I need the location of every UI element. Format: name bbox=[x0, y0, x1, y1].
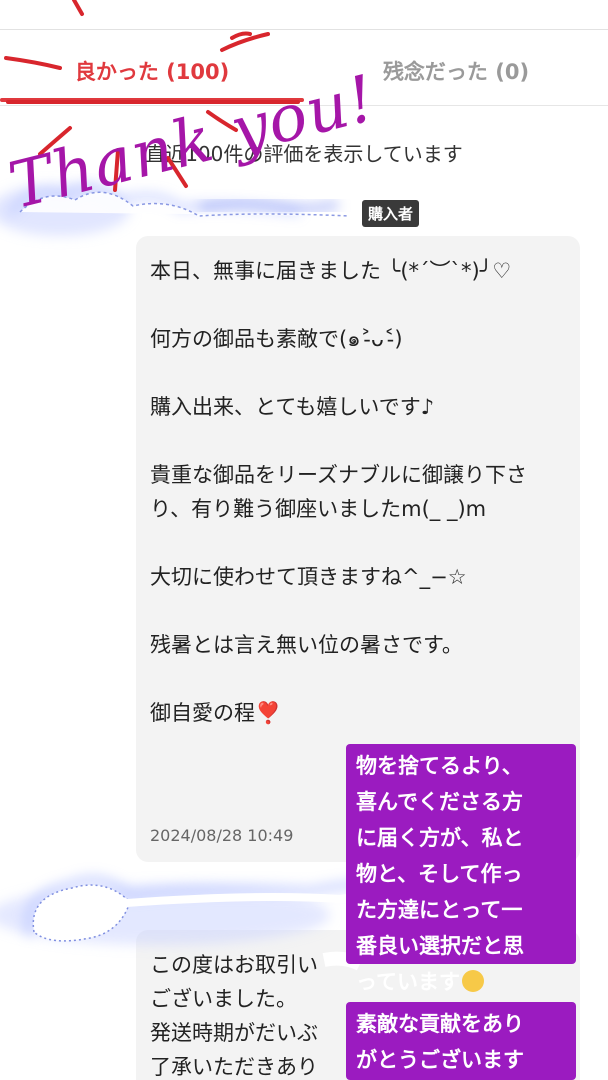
review-text: 本日、無事に届きました ╰(*´︶`*)╯♡ 何方の御品も素敵で(๑˃̵ᴗ˂̵)… bbox=[150, 254, 565, 730]
review-body: 本日、無事に届きました ╰(*´︶`*)╯♡ 何方の御品も素敵で(๑˃̵ᴗ˂̵)… bbox=[150, 259, 527, 725]
smiling-face-icon bbox=[461, 970, 484, 992]
heart-emoji: ❣️ bbox=[255, 701, 282, 725]
buyer-badge: 購入者 bbox=[362, 200, 420, 227]
caption-box: 素敵な貢献をあり がとうございます bbox=[346, 1002, 576, 1080]
caption-text: 物を捨てるより、 喜んでくださる方 に届く方が、私と 物と、そして作っ た方達に… bbox=[356, 754, 524, 994]
caption-box: 物を捨てるより、 喜んでくださる方 に届く方が、私と 物と、そして作っ た方達に… bbox=[346, 744, 576, 994]
review-date: 2024/08/28 10:49 bbox=[150, 826, 294, 845]
app-header bbox=[0, 0, 608, 30]
